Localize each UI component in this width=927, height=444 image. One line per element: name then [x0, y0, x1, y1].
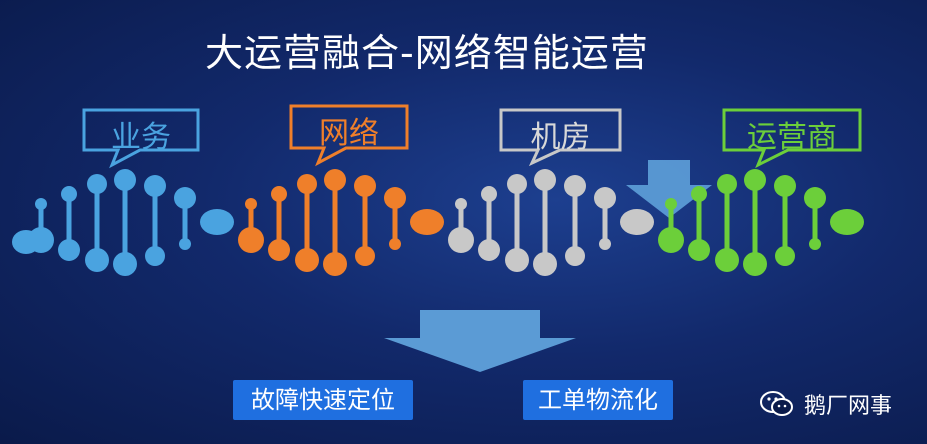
dna-node: [688, 239, 710, 261]
dna-node: [354, 175, 376, 197]
dna-tip: [12, 230, 40, 254]
dna-node: [809, 238, 821, 250]
dna-node: [804, 187, 826, 209]
dna-node: [297, 174, 317, 194]
result-ticket-flow: 工单物流化: [523, 380, 673, 420]
dna-node: [534, 169, 556, 191]
dna-node: [61, 186, 77, 202]
dna-node: [324, 169, 346, 191]
dna-node: [35, 198, 47, 210]
dna-node: [691, 186, 707, 202]
dna-node: [268, 239, 290, 261]
dna-node: [455, 198, 467, 210]
dna-node: [58, 239, 80, 261]
dna-node: [715, 248, 739, 272]
wechat-icon: [760, 391, 793, 416]
dna-node: [665, 198, 677, 210]
dna-strip: [12, 169, 864, 276]
dna-segment-business: [28, 169, 234, 276]
dna-segment-network: [238, 169, 444, 276]
brand-name: 鹅厂网事: [804, 394, 893, 419]
dna-node: [478, 239, 500, 261]
dna-node: [774, 175, 796, 197]
dna-joint: [830, 209, 864, 235]
dna-node: [481, 186, 497, 202]
dna-node: [323, 252, 347, 276]
dna-node: [533, 252, 557, 276]
dna-segment-machine-room: [448, 169, 654, 276]
dna-node: [717, 174, 737, 194]
dna-node: [271, 186, 287, 202]
dna-joint: [200, 209, 234, 235]
dna-node: [295, 248, 319, 272]
dna-node: [507, 174, 527, 194]
dna-node: [174, 187, 196, 209]
dna-node: [85, 248, 109, 272]
dna-node: [448, 227, 474, 253]
dna-node: [145, 246, 165, 266]
dna-node: [238, 227, 264, 253]
dna-node: [594, 187, 616, 209]
dna-node: [113, 252, 137, 276]
dna-node: [658, 227, 684, 253]
dna-node: [114, 169, 136, 191]
dna-node: [87, 174, 107, 194]
dna-node: [743, 252, 767, 276]
dna-node: [179, 238, 191, 250]
dna-node: [744, 169, 766, 191]
dna-node: [245, 198, 257, 210]
dna-node: [599, 238, 611, 250]
brand-mark: 鹅厂网事: [760, 388, 892, 420]
dna-node: [565, 246, 585, 266]
dna-node: [564, 175, 586, 197]
dna-node: [384, 187, 406, 209]
dna-node: [355, 246, 375, 266]
result-fault-locate: 故障快速定位: [233, 380, 413, 420]
dna-segment-operator: [658, 169, 864, 276]
dna-node: [144, 175, 166, 197]
dna-node: [389, 238, 401, 250]
dna-node: [775, 246, 795, 266]
dna-node: [505, 248, 529, 272]
dna-joint: [620, 209, 654, 235]
dna-joint: [410, 209, 444, 235]
